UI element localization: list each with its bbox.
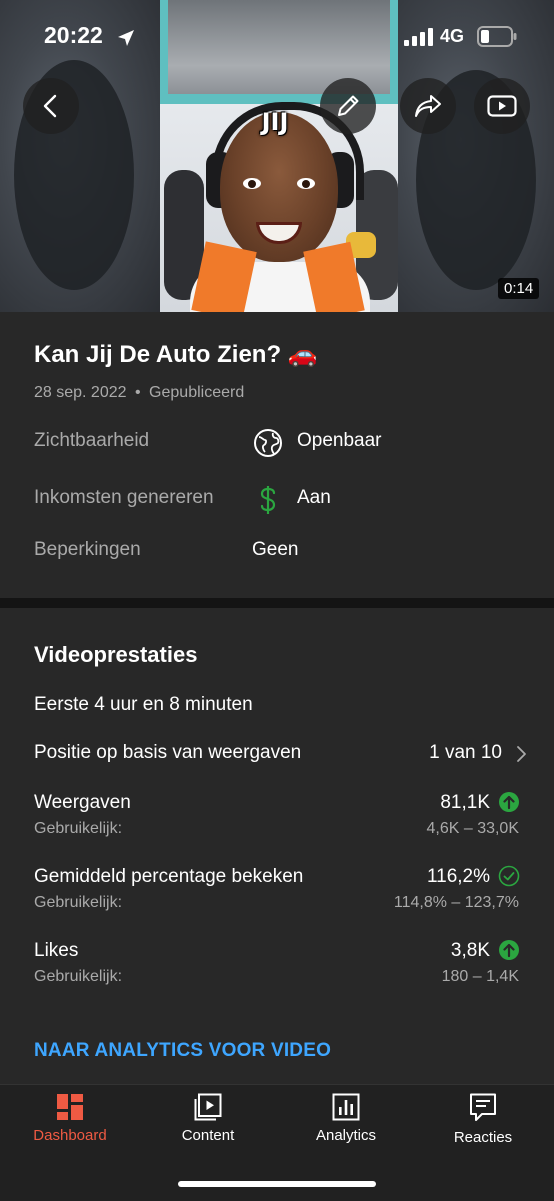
metric-range: 114,8% – 123,7% <box>393 894 519 911</box>
nav-label: Analytics <box>315 1127 377 1144</box>
share-arrow-icon <box>415 95 441 117</box>
metric-range: 180 – 1,4K <box>441 968 519 985</box>
arrow-up-circle-icon <box>499 792 519 812</box>
visibility-value[interactable]: Openbaar <box>297 430 382 452</box>
video-thumbnail[interactable]: JIJ 20:22 4G 0:14 <box>0 0 554 312</box>
rank-label: Positie op basis van weergaven <box>34 742 302 763</box>
metric-value: 81,1K <box>440 792 490 813</box>
analytics-icon <box>332 1093 360 1121</box>
back-button[interactable] <box>23 78 79 134</box>
share-button[interactable] <box>400 78 456 134</box>
meta-separator: • <box>134 384 141 401</box>
chevron-right-icon <box>517 746 526 762</box>
dollar-icon <box>253 485 283 515</box>
restrictions-label: Beperkingen <box>34 539 141 560</box>
globe-icon <box>253 428 283 458</box>
performance-title: Videoprestaties <box>34 642 198 667</box>
nav-label: Dashboard <box>33 1127 107 1144</box>
edit-button[interactable] <box>320 78 376 134</box>
metric-label: Weergaven <box>34 792 131 813</box>
nav-label: Reacties <box>453 1129 513 1146</box>
arrow-up-circle-icon <box>499 940 519 960</box>
pencil-icon <box>338 95 359 116</box>
publish-status: Gepubliceerd <box>149 384 245 401</box>
chevron-left-icon <box>43 94 57 118</box>
monetization-value[interactable]: Aan <box>297 487 331 509</box>
video-overlay-text: JIJ <box>261 108 289 136</box>
monetization-label: Inkomsten genereren <box>34 487 214 508</box>
restrictions-value[interactable]: Geen <box>252 539 298 561</box>
rank-value: 1 van 10 <box>429 742 502 763</box>
performance-period: Eerste 4 uur en 8 minuten <box>34 694 253 715</box>
metric-label: Likes <box>34 940 79 961</box>
status-bar: 20:22 4G <box>0 0 554 74</box>
nav-item-comments[interactable]: Reacties <box>423 1093 543 1153</box>
battery-icon <box>477 26 517 47</box>
metric-sub-label: Gebruikelijk: <box>34 820 123 837</box>
metric-sub-label: Gebruikelijk: <box>34 894 123 911</box>
visibility-label: Zichtbaarheid <box>34 430 150 451</box>
comments-icon <box>470 1093 496 1121</box>
home-indicator[interactable] <box>178 1181 376 1187</box>
metric-value: 3,8K <box>450 940 490 961</box>
signal-icon <box>404 28 433 46</box>
nav-item-dashboard[interactable]: Dashboard <box>10 1093 130 1153</box>
video-meta: 28 sep. 2022 • Gepubliceerd <box>34 384 244 402</box>
metric-sub-label: Gebruikelijk: <box>34 968 123 985</box>
dashboard-icon <box>57 1094 83 1120</box>
status-time: 20:22 <box>44 22 103 48</box>
nav-item-analytics[interactable]: Analytics <box>286 1093 406 1153</box>
metric-range: 4,6K – 33,0K <box>426 820 519 837</box>
youtube-button[interactable] <box>474 78 530 134</box>
metric-label: Gemiddeld percentage bekeken <box>34 866 304 887</box>
check-circle-icon <box>498 865 520 887</box>
section-divider <box>0 598 554 608</box>
youtube-play-icon <box>487 95 517 117</box>
content-icon <box>194 1093 222 1121</box>
video-duration: 0:14 <box>498 278 540 299</box>
analytics-link[interactable]: NAAR ANALYTICS VOOR VIDEO <box>34 1040 331 1062</box>
metric-value: 116,2% <box>426 866 490 887</box>
nav-item-content[interactable]: Content <box>148 1093 268 1153</box>
video-details: Kan Jij De Auto Zien? 🚗 28 sep. 2022 • G… <box>0 312 554 598</box>
video-performance-card: Videoprestaties Eerste 4 uur en 8 minute… <box>0 608 554 1084</box>
network-type: 4G <box>440 26 465 46</box>
nav-label: Content <box>181 1127 235 1144</box>
publish-date: 28 sep. 2022 <box>34 384 127 401</box>
location-arrow-icon <box>118 30 134 46</box>
video-title: Kan Jij De Auto Zien? 🚗 <box>34 341 318 368</box>
